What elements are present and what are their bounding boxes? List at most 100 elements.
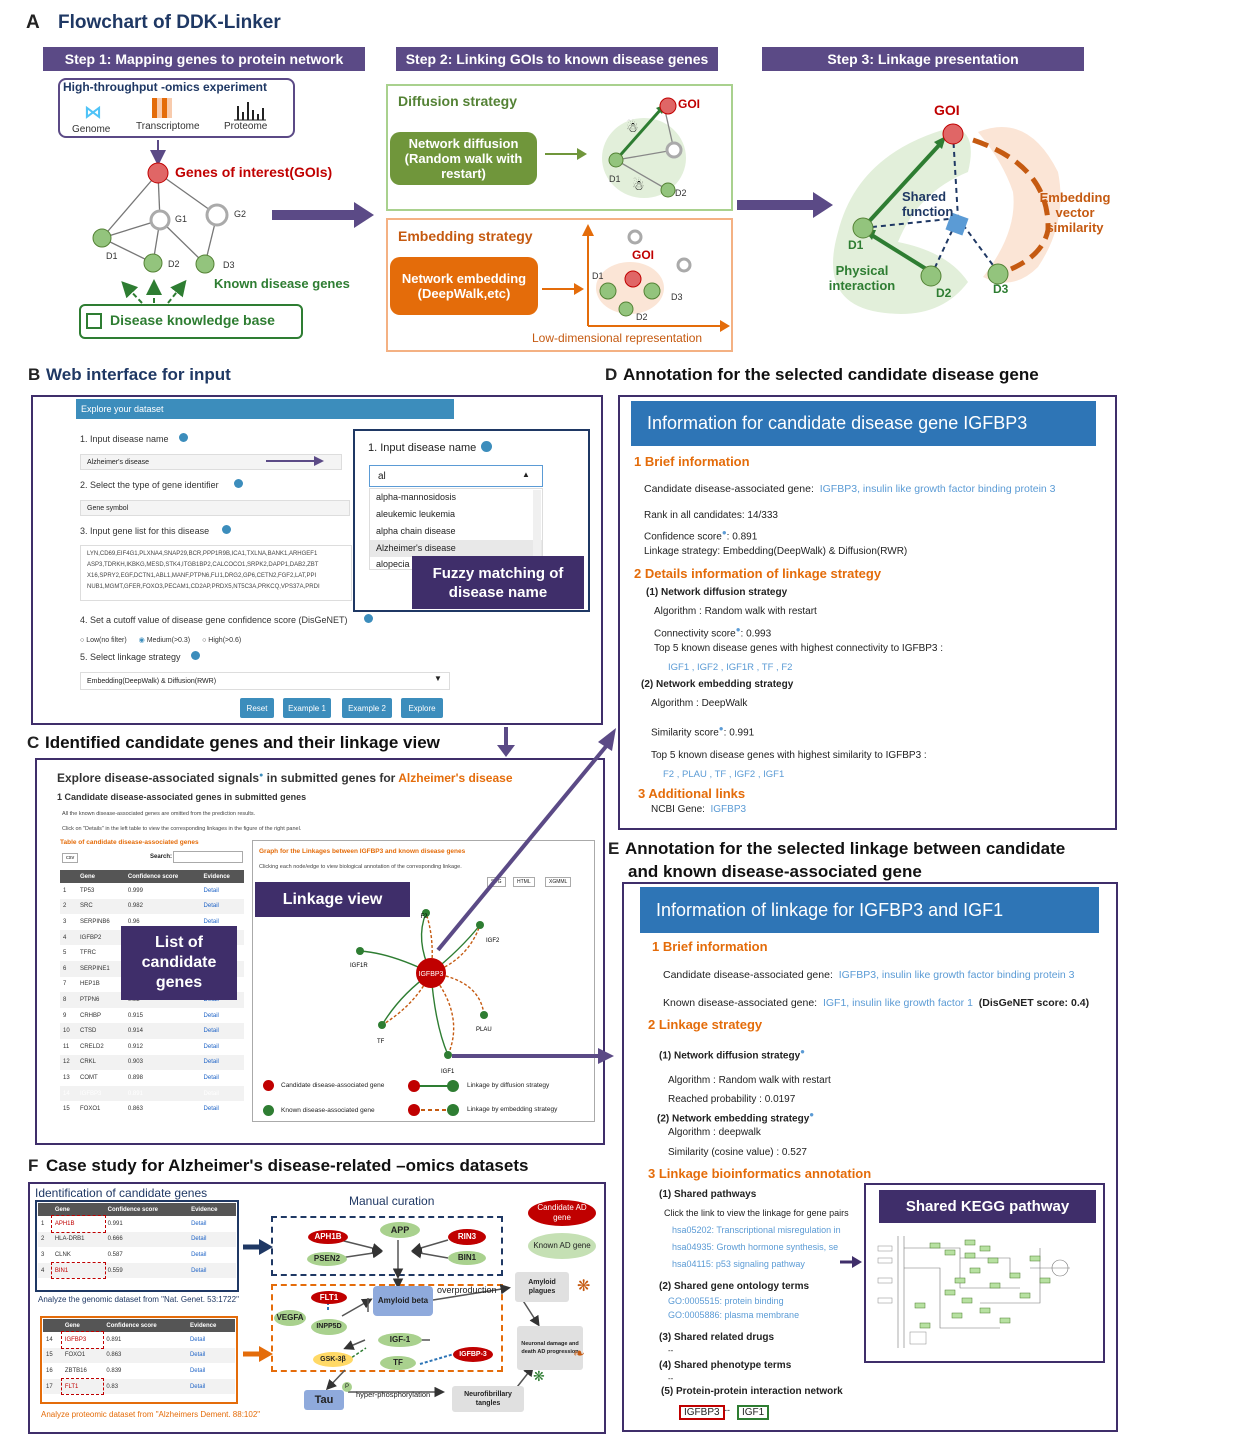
help-icon[interactable]: ● xyxy=(800,1047,805,1056)
amyloid-plaques-node: Amyloid plagues xyxy=(515,1272,569,1302)
e-similarity: Similarity (cosine value) : 0.527 xyxy=(668,1147,807,1158)
ppi-node-igfbp3[interactable]: IGFBP3 xyxy=(679,1405,725,1420)
e-known-row: Known disease-associated gene: IGF1, ins… xyxy=(663,997,1090,1009)
go-term-link[interactable]: GO:0005515: protein binding xyxy=(668,1296,784,1306)
gsk3b-node: GSK-3β xyxy=(313,1352,353,1367)
table-cell: 15 xyxy=(43,1347,62,1364)
ppi-node-igf1[interactable]: IGF1 xyxy=(737,1405,770,1420)
e-known-link[interactable]: IGF1, insulin like growth factor 1 xyxy=(823,997,973,1009)
e-candidate-link[interactable]: IGFBP3, insulin like growth factor bindi… xyxy=(839,969,1075,981)
detail-link[interactable]: Detail xyxy=(188,1262,236,1279)
table-cell: APH1B xyxy=(50,1215,106,1233)
go-term-link[interactable]: GO:0005886: plasma membrane xyxy=(668,1310,799,1320)
detail-link[interactable]: Detail xyxy=(188,1247,236,1263)
e-ne-algorithm: Algorithm : deepwalk xyxy=(668,1127,761,1138)
e-candidate-row: Candidate disease-associated gene: IGFBP… xyxy=(663,969,1075,981)
rin3-node: RIN3 xyxy=(448,1229,486,1245)
legend-candidate-ad: Candidate AD gene xyxy=(528,1200,596,1226)
table-header-row: Gene Confidence score Evidence xyxy=(43,1319,235,1332)
kegg-arrow xyxy=(840,1256,862,1268)
pathway-link[interactable]: hsa04115: p53 signaling pathway xyxy=(672,1259,864,1269)
table-cell: 0.891 xyxy=(106,1336,122,1343)
damaged-neuron-icon: ❋ xyxy=(533,1368,545,1384)
top5-connectivity-genes[interactable]: IGF1 , IGF2 , IGF1R , TF , F2 xyxy=(668,662,792,673)
top5-connectivity-text: Top 5 known disease genes with highest c… xyxy=(654,643,944,654)
e-shared-drugs: (3) Shared related drugs xyxy=(659,1332,775,1343)
e-phenotypes-value: -- xyxy=(668,1374,674,1383)
neuron-icon: ❋ xyxy=(577,1278,591,1295)
brain-icon: ❧ xyxy=(573,1345,585,1361)
table-cell: 0.991 xyxy=(107,1220,123,1227)
detail-link[interactable]: Detail xyxy=(188,1216,236,1232)
table-row[interactable]: 1 APH1B 0.991 Detail xyxy=(38,1215,236,1233)
igf1-node: IGF-1 xyxy=(378,1333,422,1347)
inpp5d-node: INPP5D xyxy=(311,1319,347,1335)
detail-link[interactable]: Detail xyxy=(186,1378,235,1395)
overproduction-label: overproduction xyxy=(437,1285,497,1295)
proteomic-caption: Analyze proteomic dataset from "Alzheime… xyxy=(41,1410,261,1419)
details-heading: 2 Details information of linkage strateg… xyxy=(634,566,882,581)
table-row[interactable]: 14 IGFBP3 0.891 Detail xyxy=(43,1331,235,1349)
e-nd-row: (1) Network diffusion strategy● xyxy=(659,1047,805,1062)
panel-e-letter: E xyxy=(608,839,620,858)
table-row[interactable]: 4 BIN1 0.559 Detail xyxy=(38,1261,236,1280)
table-cell: IGFBP3 xyxy=(60,1331,105,1349)
tau-node: Tau xyxy=(304,1390,344,1410)
panel-d-letter: D xyxy=(605,365,618,384)
col-gene: Gene xyxy=(61,1319,104,1332)
e-linkage-strategy-heading: 2 Linkage strategy xyxy=(648,1017,763,1032)
tf-node: TF xyxy=(380,1356,416,1370)
hyper-phosphorylation-label: hyper-phosphorylation xyxy=(356,1390,431,1399)
kegg-label: Shared KEGG pathway xyxy=(879,1190,1096,1223)
col-confidence: Confidence score xyxy=(103,1319,187,1332)
ncbi-link[interactable]: IGFBP3 xyxy=(710,804,746,815)
candidate-gene-link[interactable]: IGFBP3, insulin like growth factor bindi… xyxy=(820,483,1056,495)
e-shared-phenotypes: (4) Shared phenotype terms xyxy=(659,1360,792,1371)
rank-text: Rank in all candidates: 14/333 xyxy=(644,510,778,521)
proteomic-table: Gene Confidence score Evidence 14 IGFBP3 0… xyxy=(43,1319,235,1396)
detail-link[interactable]: Detail xyxy=(187,1363,235,1379)
bin1-node: BIN1 xyxy=(448,1251,486,1265)
linkage-strategy-text: Linkage strategy: Embedding(DeepWalk) & … xyxy=(644,546,908,557)
kegg-pathway-map[interactable] xyxy=(870,1228,1100,1356)
pathway-link[interactable]: hsa04935: Growth hormone synthesis, se xyxy=(672,1242,864,1252)
detail-link[interactable]: Detail xyxy=(186,1347,235,1364)
help-icon[interactable]: ● xyxy=(809,1110,814,1119)
table-cell: 0.839 xyxy=(106,1367,122,1374)
table-row[interactable]: 15 FOXO1 0.863 Detail xyxy=(43,1347,235,1364)
table-row[interactable]: 16 ZBTB16 0.839 Detail xyxy=(43,1363,235,1379)
table-cell: 0.83 xyxy=(103,1378,187,1395)
additional-links-heading: 3 Additional links xyxy=(638,786,746,801)
e-drugs-value: -- xyxy=(668,1346,674,1355)
table-cell: 0.559 xyxy=(104,1262,189,1279)
genomic-caption: Analyze the genomic dataset from "Nat. G… xyxy=(38,1295,239,1304)
table-cell: 0.666 xyxy=(104,1231,189,1248)
genomic-table: Gene Confidence score Evidence 1 APH1B 0.9… xyxy=(38,1203,236,1280)
e-shared-go: (2) Shared gene ontology terms xyxy=(659,1281,810,1292)
ne-heading: (2) Network embedding strategy xyxy=(641,679,794,690)
table-row[interactable]: 3 CLNK 0.587 Detail xyxy=(38,1247,236,1263)
table-cell: 2 xyxy=(38,1231,52,1248)
ncbi-row: NCBI Gene: IGFBP3 xyxy=(651,804,747,815)
detail-link[interactable]: Detail xyxy=(188,1231,236,1248)
top5-similarity-genes[interactable]: F2 , PLAU , TF , IGF2 , IGF1 xyxy=(663,769,784,780)
aph1b-node: APH1B xyxy=(308,1230,348,1244)
linkage-info-header: Information of linkage for IGFBP3 and IG… xyxy=(640,887,1099,933)
table-row[interactable]: 2 HLA-DRB1 0.666 Detail xyxy=(38,1231,236,1248)
nd-algorithm: Algorithm : Random walk with restart xyxy=(654,606,817,617)
e-brief-heading: 1 Brief information xyxy=(652,939,768,954)
vegfa-node: VEGFA xyxy=(274,1310,306,1326)
table-cell: 17 xyxy=(43,1378,62,1395)
col-index xyxy=(38,1203,52,1216)
table-row[interactable]: 17 FLT1 0.83 Detail xyxy=(43,1377,235,1396)
psen2-node: PSEN2 xyxy=(307,1252,347,1266)
table-cell: BIN1 xyxy=(50,1261,106,1280)
detail-link[interactable]: Detail xyxy=(187,1332,235,1348)
col-confidence: Confidence score xyxy=(104,1203,189,1216)
table-cell: FOXO1 xyxy=(61,1347,104,1364)
e-shared-pathways: (1) Shared pathways xyxy=(659,1189,757,1200)
igfbp3-node: IGFBP-3 xyxy=(453,1347,493,1362)
pathway-link[interactable]: hsa05202: Transcriptional misregulation … xyxy=(672,1225,864,1235)
table-cell: CLNK xyxy=(54,1251,71,1258)
candidate-info-header: Information for candidate disease gene I… xyxy=(631,401,1096,446)
